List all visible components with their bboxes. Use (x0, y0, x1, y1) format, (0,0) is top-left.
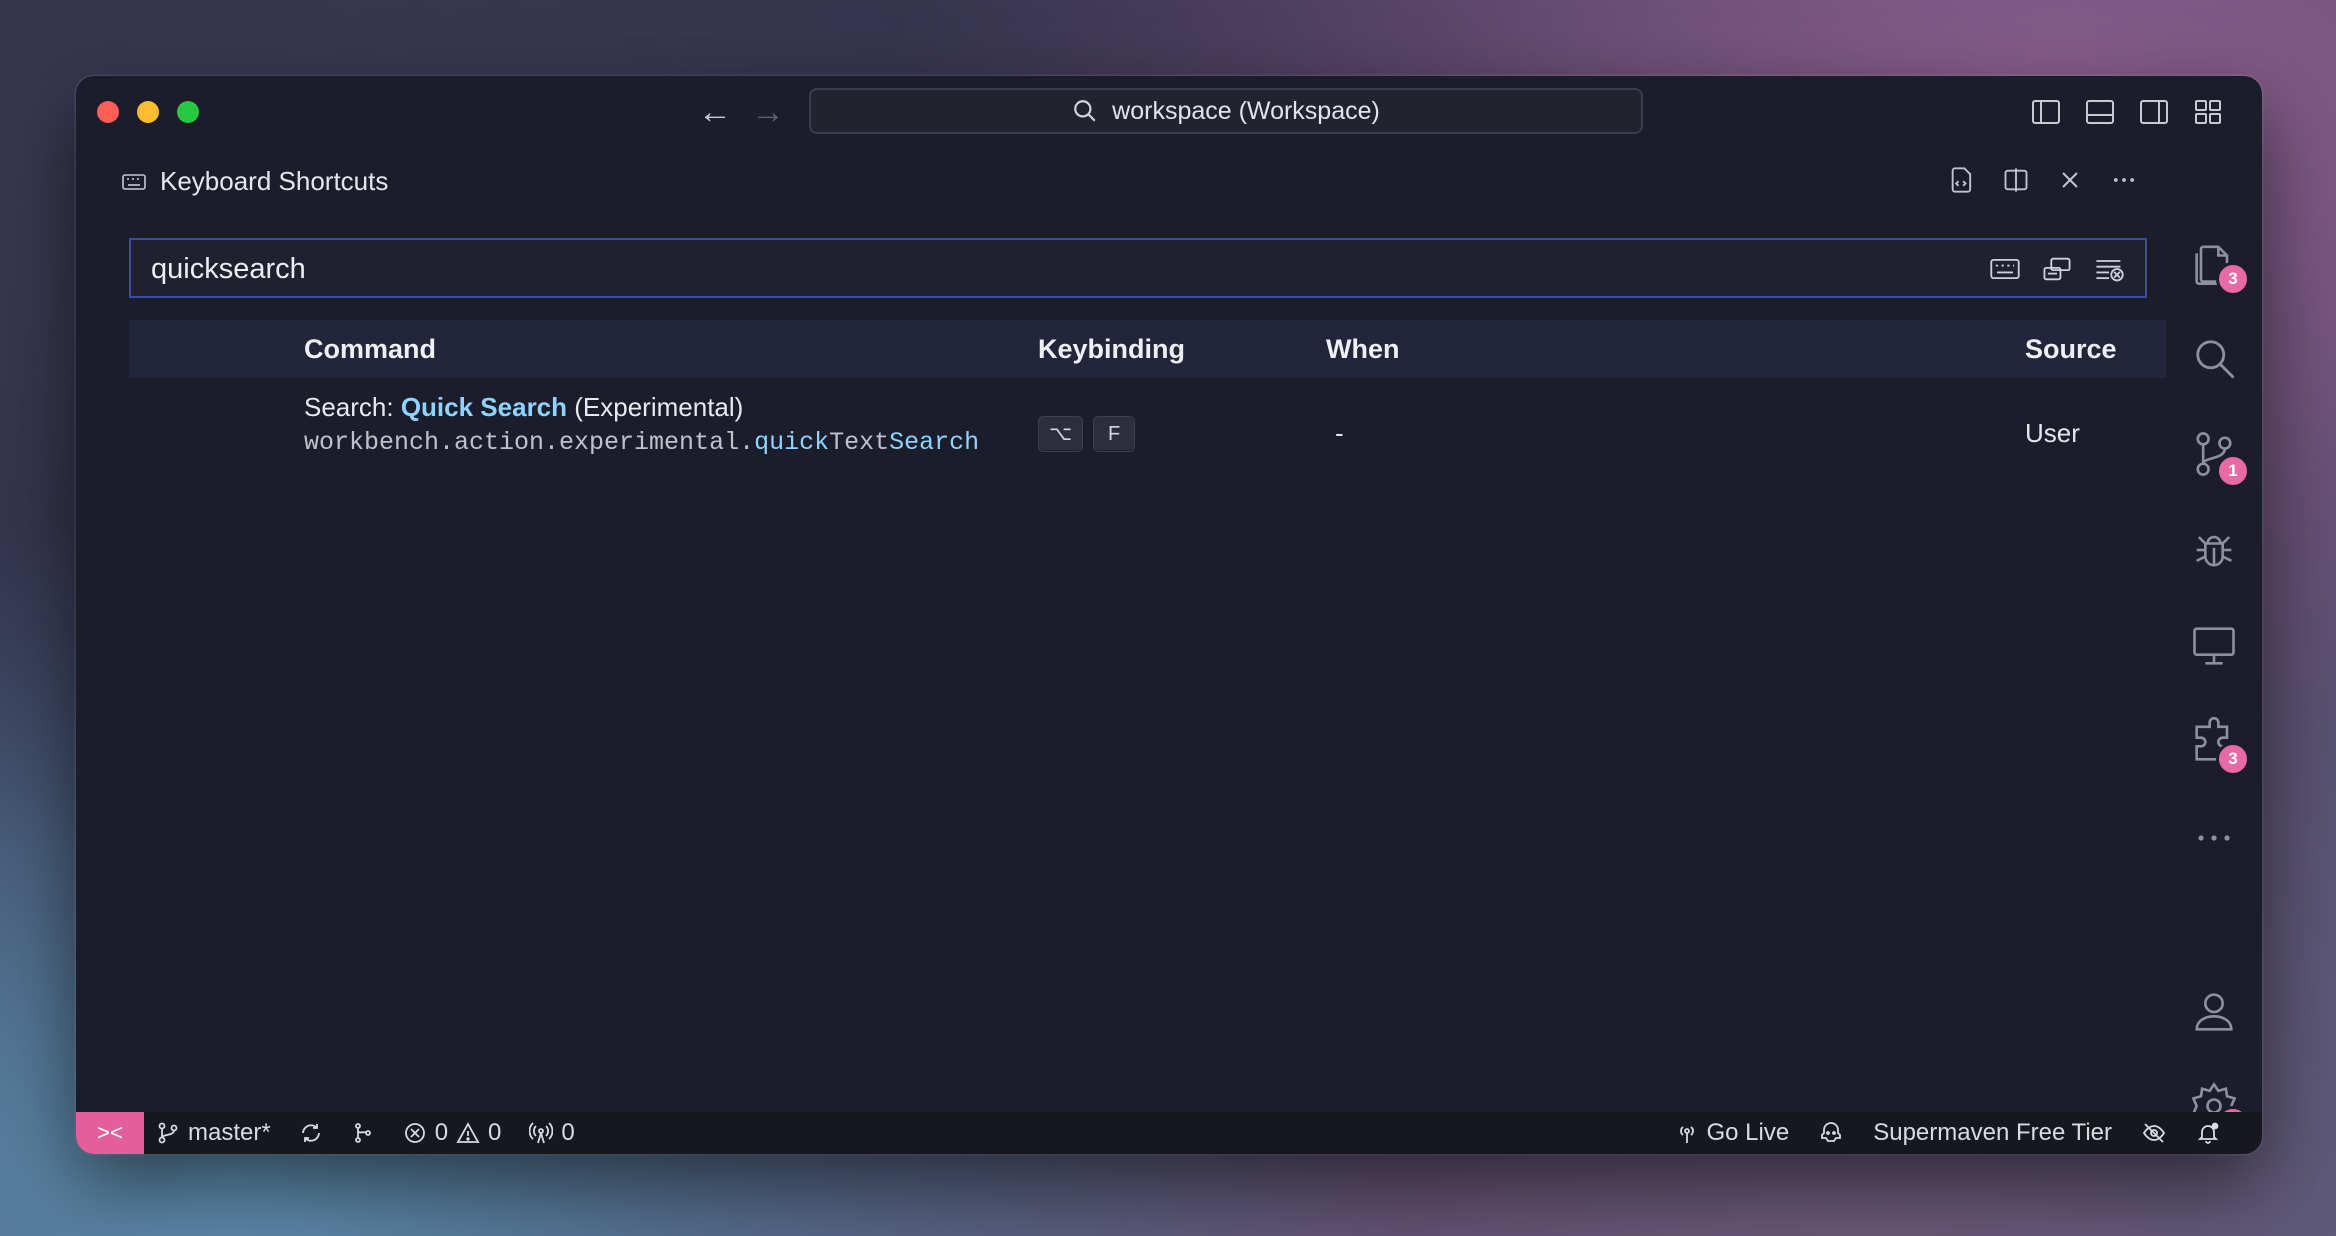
git-graph-icon (354, 1123, 371, 1143)
status-bar: >< master* 0 0 0 Go Live Supermaven Free… (76, 1112, 2262, 1154)
toggle-primary-sidebar-icon[interactable] (2030, 98, 2062, 126)
customize-layout-icon[interactable] (2192, 98, 2224, 126)
column-header-keybinding[interactable]: Keybinding (1038, 334, 1185, 365)
split-editor-icon[interactable] (2000, 164, 2032, 196)
supermaven-status[interactable]: Supermaven Free Tier (1873, 1119, 2112, 1147)
command-title: Search: Quick Search (Experimental) (304, 392, 744, 422)
explorer-badge: 3 (2216, 262, 2250, 296)
layout-controls (2030, 98, 2224, 126)
accounts-button[interactable] (2142, 1121, 2166, 1145)
keybindings-search-input[interactable] (149, 240, 1853, 298)
explorer-icon[interactable]: 3 (2188, 236, 2250, 296)
source-control-badge: 1 (2216, 454, 2250, 488)
close-icon[interactable] (2054, 164, 2086, 196)
open-json-icon[interactable] (1946, 164, 1978, 196)
sync-button[interactable] (299, 1121, 323, 1145)
extensions-icon[interactable]: 3 (2188, 716, 2250, 776)
warning-icon (456, 1122, 480, 1143)
editor-tab-title: Keyboard Shortcuts (160, 166, 389, 196)
forward-arrow-icon[interactable]: → (751, 95, 785, 129)
broadcast-icon (1679, 1126, 1694, 1143)
go-live-label: Go Live (1706, 1119, 1790, 1146)
key-option: ⌥ (1038, 416, 1084, 452)
eye-slash-icon (2142, 1123, 2166, 1143)
error-icon (404, 1123, 425, 1143)
git-branch-icon (158, 1122, 178, 1144)
command-id: workbench.action.experimental.quickTextS… (304, 428, 980, 457)
copilot-icon (1821, 1122, 1842, 1142)
command-center[interactable]: workspace (Workspace) (809, 88, 1643, 134)
copilot-button[interactable] (1819, 1121, 1843, 1145)
title-bar: ← → workspace (Workspace) (76, 76, 2262, 146)
column-header-source[interactable]: Source (2025, 334, 2117, 365)
source-value: User (2025, 418, 2080, 448)
key-f: F (1093, 416, 1136, 452)
remote-icon: >< (97, 1120, 123, 1145)
keyboard-icon (122, 173, 146, 190)
search-icon (1074, 100, 1096, 122)
sort-by-precedence-icon[interactable] (2041, 254, 2073, 284)
bell-icon (2197, 1122, 2219, 1144)
remote-indicator[interactable]: >< (76, 1112, 144, 1154)
table-row[interactable]: Search: Quick Search (Experimental) work… (129, 378, 2169, 482)
toggle-panel-icon[interactable] (2084, 98, 2116, 126)
status-right: Go Live Supermaven Free Tier (1675, 1112, 2221, 1154)
search-icon[interactable] (2188, 332, 2240, 384)
git-graph-button[interactable] (351, 1121, 375, 1145)
editor-tab[interactable]: Keyboard Shortcuts (122, 166, 388, 197)
more-actions-icon[interactable] (2108, 164, 2140, 196)
more-views-icon[interactable] (2188, 812, 2240, 864)
remote-explorer-icon[interactable] (2188, 620, 2240, 672)
ports-status[interactable]: 0 (529, 1119, 575, 1147)
table-header: Command Keybinding When Source (129, 320, 2169, 378)
keybindings-search (129, 238, 2147, 298)
supermaven-label: Supermaven Free Tier (1873, 1119, 2112, 1146)
toggle-secondary-sidebar-icon[interactable] (2138, 98, 2170, 126)
error-count: 0 (434, 1119, 449, 1146)
go-live-button[interactable]: Go Live (1675, 1119, 1790, 1147)
when-clause: - (1335, 418, 1344, 448)
notifications-button[interactable] (2196, 1121, 2220, 1145)
search-tools (1989, 254, 2125, 284)
extensions-badge: 3 (2216, 742, 2250, 776)
minimize-window-button[interactable] (137, 101, 159, 123)
record-keys-icon[interactable] (1989, 254, 2021, 284)
editor-actions (1946, 164, 2140, 196)
source-control-icon[interactable]: 1 (2188, 428, 2250, 488)
problems-status[interactable]: 0 0 (403, 1119, 502, 1147)
keybinding: ⌥ F (1038, 416, 1136, 452)
sync-icon (301, 1124, 320, 1142)
back-arrow-icon[interactable]: ← (698, 95, 732, 129)
maximize-window-button[interactable] (177, 101, 199, 123)
vscode-window: ← → workspace (Workspace) Keyboard Short… (76, 76, 2262, 1154)
clear-search-icon[interactable] (2093, 254, 2125, 284)
command-center-label: workspace (Workspace) (1112, 96, 1380, 125)
activity-bar: 3 1 3 1 (2166, 146, 2262, 1140)
status-left: master* 0 0 0 (156, 1112, 575, 1154)
broadcast-icon (529, 1122, 554, 1144)
debug-icon[interactable] (2188, 524, 2240, 576)
column-header-when[interactable]: When (1326, 334, 1400, 365)
branch-name: master* (188, 1119, 271, 1146)
column-header-command[interactable]: Command (304, 334, 436, 365)
branch-status[interactable]: master* (156, 1119, 271, 1147)
close-window-button[interactable] (97, 101, 119, 123)
account-icon[interactable] (2188, 986, 2240, 1038)
ports-count: 0 (561, 1119, 575, 1146)
warning-count: 0 (488, 1119, 502, 1146)
